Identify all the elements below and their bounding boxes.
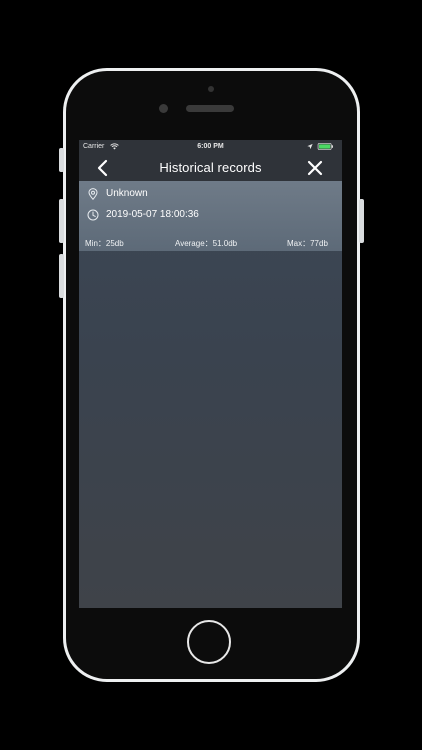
stat-average: Average：51.0db: [175, 239, 238, 248]
record-info-panel: Unknown 2019-05-07 18:00:36 Min：25db Ave…: [79, 181, 342, 251]
volume-up-button: [59, 199, 64, 243]
map-pin-icon: [88, 188, 98, 200]
clock-icon: [87, 209, 99, 221]
mute-switch: [59, 148, 64, 172]
page-title: Historical records: [159, 160, 262, 175]
volume-down-button: [59, 254, 64, 298]
stat-min: Min：25db: [85, 239, 124, 248]
home-button[interactable]: [187, 620, 231, 664]
status-bar: Carrier 6:00 PM: [79, 140, 342, 154]
front-camera: [159, 104, 168, 113]
timestamp-value: 2019-05-07 18:00:36: [106, 209, 199, 220]
location-arrow-icon: [307, 143, 313, 150]
navigation-bar: Historical records: [79, 154, 342, 181]
battery-icon: [317, 143, 333, 150]
power-button: [359, 199, 364, 243]
location-value: Unknown: [106, 188, 148, 199]
earpiece-speaker: [186, 105, 234, 112]
app-screen: Carrier 6:00 PM Historical records Unkno…: [79, 140, 342, 608]
proximity-sensor: [208, 86, 214, 92]
close-icon[interactable]: [305, 158, 325, 178]
stat-max: Max：77db: [287, 239, 328, 248]
status-time: 6:00 PM: [197, 143, 224, 150]
